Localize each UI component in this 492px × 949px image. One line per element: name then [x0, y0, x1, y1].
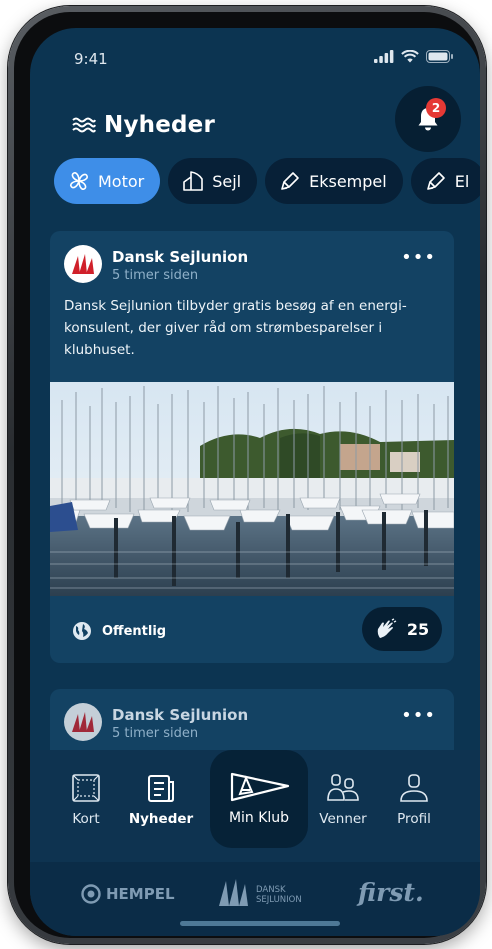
sail-icon	[183, 171, 204, 191]
dansk-sejlunion-logo-icon	[72, 712, 94, 732]
chip-label: Eksempel	[309, 171, 387, 191]
app-screen: 9:41 Nyheder 2 Motor Sejl Eksempel El Da…	[30, 28, 480, 936]
chip-label: Motor	[98, 171, 145, 191]
post-image-marina	[50, 382, 454, 596]
sponsor-label: HEMPEL	[106, 885, 175, 903]
post-time: 5 timer siden	[112, 726, 199, 741]
friends-icon	[327, 774, 359, 801]
nav-label: Profil	[397, 811, 431, 827]
nav-min-klub[interactable]: Min Klub	[210, 750, 308, 848]
page-title: Nyheder	[104, 112, 216, 138]
pen-icon	[426, 172, 445, 190]
more-options-icon[interactable]: •••	[401, 247, 436, 268]
battery-icon	[426, 50, 453, 63]
more-options-icon[interactable]: •••	[401, 705, 436, 726]
avatar[interactable]	[64, 245, 102, 283]
status-time: 9:41	[74, 50, 108, 68]
chip-eksempel[interactable]: Eksempel	[265, 158, 403, 204]
nav-label: Kort	[72, 811, 100, 827]
dansk-sejlunion-logo-icon	[72, 254, 94, 274]
globe-icon	[73, 622, 91, 640]
club-pennant-icon	[230, 772, 290, 802]
nav-label: Min Klub	[228, 810, 290, 826]
post-author[interactable]: Dansk Sejlunion	[112, 248, 248, 266]
profile-icon	[400, 774, 428, 802]
notifications-button[interactable]	[395, 86, 461, 152]
nav-profil[interactable]: Profil	[379, 772, 449, 827]
visibility-indicator: Offentlig	[72, 621, 166, 641]
chip-label: Sejl	[212, 171, 242, 191]
sponsor-label: first.	[358, 878, 424, 907]
pen-icon	[281, 172, 299, 190]
home-indicator[interactable]	[180, 921, 340, 926]
chip-sejl[interactable]: Sejl	[168, 158, 258, 204]
status-icons	[374, 50, 454, 63]
chip-motor[interactable]: Motor	[54, 158, 161, 204]
news-icon	[148, 775, 174, 802]
dansk-sejlunion-sails-icon	[219, 879, 248, 906]
notification-badge: 2	[426, 98, 446, 118]
nav-venner[interactable]: Venner	[308, 772, 378, 827]
like-button[interactable]: 25	[362, 607, 442, 651]
wifi-icon	[401, 50, 419, 63]
post-time: 5 timer siden	[112, 268, 199, 283]
motor-icon	[70, 172, 88, 190]
sponsor-label: SEJLUNION	[256, 895, 302, 905]
post-author[interactable]: Dansk Sejlunion	[112, 706, 248, 724]
nav-kort[interactable]: Kort	[51, 772, 121, 827]
chip-el[interactable]: El	[410, 158, 480, 204]
header-title-wrap: Nyheder	[72, 112, 215, 138]
avatar[interactable]	[64, 703, 102, 741]
clapping-hands-icon	[377, 618, 397, 638]
nav-label: Venner	[319, 811, 367, 827]
hempel-logo-icon	[81, 884, 101, 904]
sponsor-label: DANSK	[256, 885, 286, 895]
likes-count: 25	[406, 619, 430, 639]
visibility-label: Offentlig	[102, 623, 167, 639]
map-icon	[72, 774, 100, 802]
post-footer: Offentlig 25	[50, 596, 454, 663]
chip-label: El	[454, 171, 470, 191]
post-text: Dansk Sejlunion tilbyder gratis besøg af…	[64, 298, 407, 358]
waves-icon	[72, 117, 96, 133]
sponsor-dansk-sejlunion[interactable]: DANSK SEJLUNION	[217, 878, 302, 908]
sponsor-hempel[interactable]: HEMPEL	[81, 884, 175, 904]
bottom-navigation: Kort Nyheder Min Klub Venner Profil	[30, 750, 480, 862]
nav-nyheder[interactable]: Nyheder	[126, 772, 196, 827]
status-bar: 9:41	[30, 28, 480, 84]
nav-label: Nyheder	[128, 811, 194, 827]
category-chips: Motor Sejl Eksempel El	[54, 158, 480, 204]
signal-icon	[374, 50, 394, 63]
post-card[interactable]: Dansk Sejlunion 5 timer siden ••• Dansk …	[50, 231, 454, 663]
sponsor-first[interactable]: first.	[358, 878, 424, 907]
